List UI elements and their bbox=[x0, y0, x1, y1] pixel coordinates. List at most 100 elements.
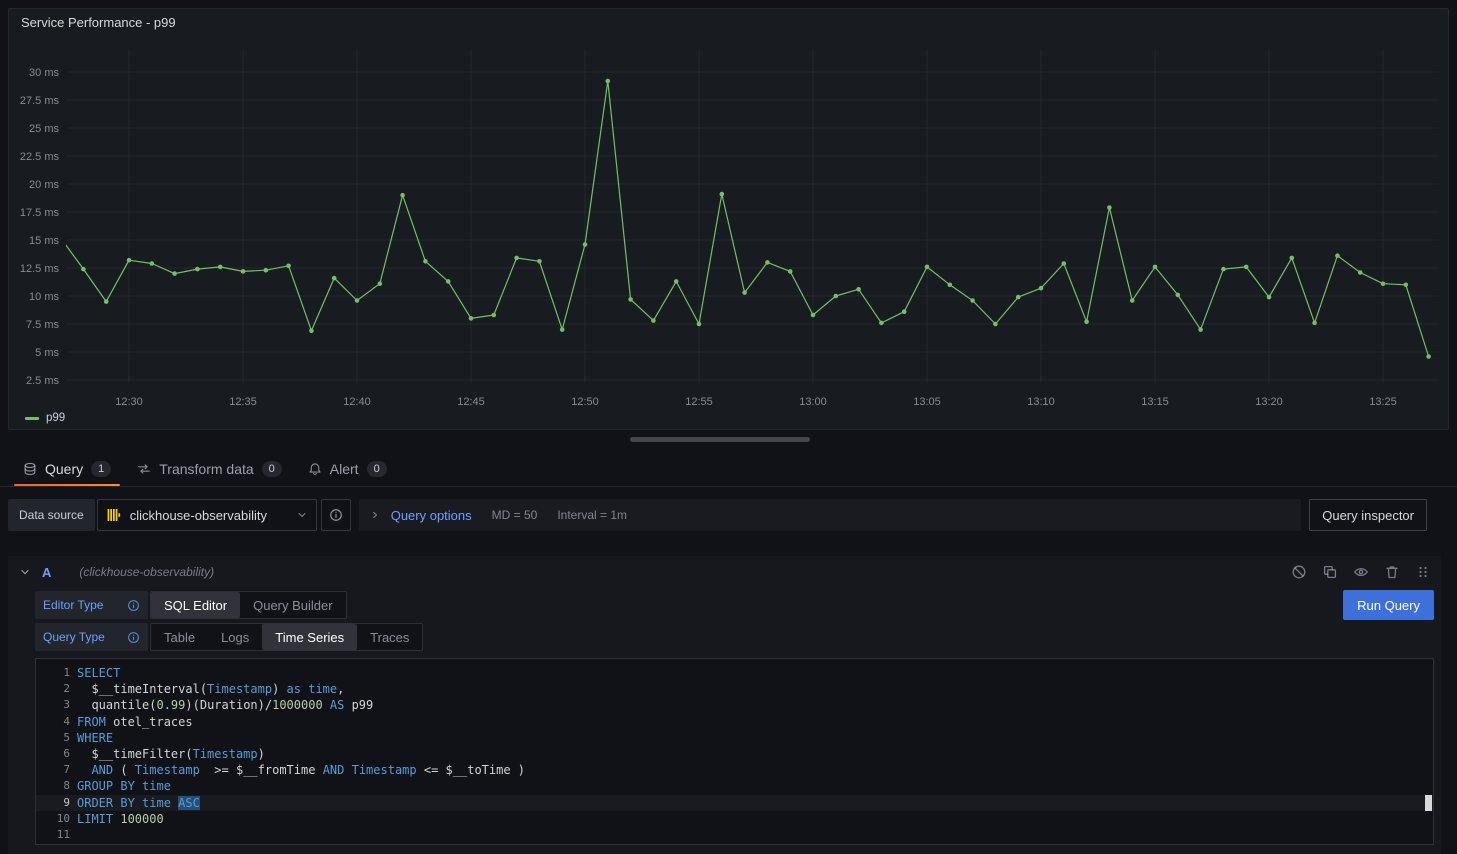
bell-icon bbox=[308, 462, 322, 476]
tab-transform-data[interactable]: Transform data 0 bbox=[124, 452, 295, 486]
query-ref-id: A bbox=[42, 565, 51, 580]
radio-option-time-series[interactable]: Time Series bbox=[262, 624, 357, 650]
disable-icon[interactable] bbox=[1291, 564, 1307, 580]
chart-point bbox=[1426, 354, 1431, 359]
query-inspector-button[interactable]: Query inspector bbox=[1309, 499, 1427, 531]
tab-label: Query bbox=[45, 461, 83, 477]
editor-type-label: Editor Type bbox=[35, 591, 148, 619]
radio-option-query-builder[interactable]: Query Builder bbox=[240, 592, 345, 618]
radio-option-sql-editor[interactable]: SQL Editor bbox=[151, 592, 240, 618]
info-circle-icon[interactable] bbox=[127, 631, 140, 644]
x-axis-label: 12:50 bbox=[571, 396, 599, 408]
chart-point bbox=[1107, 205, 1112, 210]
sql-editor[interactable]: 1SELECT2 $__timeInterval(Timestamp) as t… bbox=[35, 658, 1434, 845]
chart-gridlines bbox=[67, 49, 1439, 383]
datasource-label: Data source bbox=[8, 499, 95, 531]
chart-legend-item[interactable]: p99 bbox=[25, 412, 65, 424]
chart-point bbox=[1221, 267, 1226, 272]
x-axis-label: 13:10 bbox=[1027, 396, 1055, 408]
query-row-actions bbox=[1291, 564, 1431, 580]
code-line[interactable]: 9ORDER BY time ASC bbox=[36, 795, 1433, 811]
chart-point bbox=[970, 298, 975, 303]
datasource-picker[interactable]: clickhouse-observability bbox=[97, 499, 317, 531]
code-line[interactable]: 1SELECT bbox=[36, 665, 1433, 681]
tab-count-badge: 0 bbox=[262, 461, 282, 477]
y-axis-label: 12.5 ms bbox=[20, 263, 60, 275]
run-query-button[interactable]: Run Query bbox=[1343, 590, 1434, 620]
query-type-label: Query Type bbox=[35, 623, 148, 651]
code-line[interactable]: 7 AND ( Timestamp >= $__fromTime AND Tim… bbox=[36, 762, 1433, 778]
chart-point bbox=[537, 259, 542, 264]
query-row-header[interactable]: A (clickhouse-observability) bbox=[8, 556, 1441, 588]
x-axis-label: 13:05 bbox=[913, 396, 941, 408]
code-line[interactable]: 5WHERE bbox=[36, 730, 1433, 746]
query-type-row: Query Type TableLogsTime SeriesTraces bbox=[35, 622, 1434, 652]
x-axis-label: 12:40 bbox=[343, 396, 371, 408]
chart-svg[interactable]: 2.5 ms5 ms7.5 ms10 ms12.5 ms15 ms17.5 ms… bbox=[9, 9, 1448, 429]
x-axis-label: 12:35 bbox=[229, 396, 257, 408]
radio-option-table[interactable]: Table bbox=[151, 624, 208, 650]
tab-alert[interactable]: Alert 0 bbox=[295, 452, 400, 486]
editor-type-row: Editor Type SQL EditorQuery Builder Run … bbox=[35, 590, 1434, 620]
query-datasource-hint: (clickhouse-observability) bbox=[79, 565, 214, 579]
chart-point bbox=[172, 271, 177, 276]
drag-handle-icon[interactable] bbox=[1415, 564, 1431, 580]
radio-option-logs[interactable]: Logs bbox=[208, 624, 262, 650]
eye-icon[interactable] bbox=[1353, 564, 1369, 580]
clickhouse-logo-icon bbox=[106, 507, 122, 523]
chart-point bbox=[1176, 293, 1181, 298]
editor-overview-cursor bbox=[1425, 795, 1432, 811]
chart-point bbox=[446, 279, 451, 284]
line-number: 5 bbox=[36, 730, 70, 746]
horizontal-scrollbar-thumb[interactable] bbox=[630, 437, 810, 442]
shuffle-icon bbox=[137, 462, 151, 476]
datasource-value: clickhouse-observability bbox=[130, 508, 288, 523]
trash-icon[interactable] bbox=[1384, 564, 1400, 580]
chart-point bbox=[127, 258, 132, 263]
chart-point bbox=[925, 265, 930, 270]
chart-point bbox=[423, 259, 428, 264]
query-options-toggle[interactable]: Query options bbox=[391, 508, 472, 523]
line-number: 10 bbox=[36, 811, 70, 827]
info-circle-icon[interactable] bbox=[127, 599, 140, 612]
copy-icon[interactable] bbox=[1322, 564, 1338, 580]
chart-point bbox=[355, 298, 360, 303]
code-line[interactable]: 2 $__timeInterval(Timestamp) as time, bbox=[36, 681, 1433, 697]
line-number: 2 bbox=[36, 681, 70, 697]
code-line[interactable]: 8GROUP BY time bbox=[36, 778, 1433, 794]
line-number: 1 bbox=[36, 665, 70, 681]
code-line[interactable]: 11 bbox=[36, 827, 1433, 843]
query-type-group: TableLogsTime SeriesTraces bbox=[150, 623, 423, 651]
tab-count-badge: 1 bbox=[91, 461, 111, 477]
chart-point bbox=[1267, 295, 1272, 300]
x-axis-label: 13:20 bbox=[1255, 396, 1283, 408]
x-axis-label: 13:00 bbox=[799, 396, 827, 408]
chart-point bbox=[674, 279, 679, 284]
chart-series-line bbox=[61, 81, 1429, 357]
chart-point bbox=[879, 321, 884, 326]
chart-point bbox=[1381, 281, 1386, 286]
y-axis-label: 25 ms bbox=[29, 123, 59, 135]
code-line[interactable]: 6 $__timeFilter(Timestamp) bbox=[36, 746, 1433, 762]
code-line[interactable]: 3 quantile(0.99)(Duration)/1000000 AS p9… bbox=[36, 697, 1433, 713]
query-options-bar[interactable]: Query options MD = 50 Interval = 1m bbox=[359, 499, 1302, 531]
chart-point bbox=[1290, 256, 1295, 261]
radio-option-traces[interactable]: Traces bbox=[357, 624, 422, 650]
chart-point bbox=[378, 281, 383, 286]
code-line[interactable]: 4FROM otel_traces bbox=[36, 714, 1433, 730]
chart-point bbox=[1062, 261, 1067, 266]
chevron-down-icon bbox=[296, 509, 308, 521]
chart-panel: Service Performance - p99 2.5 ms5 ms7.5 … bbox=[8, 8, 1449, 430]
editor-type-label-text: Editor Type bbox=[43, 598, 103, 612]
x-axis-label: 12:45 bbox=[457, 396, 485, 408]
angle-down-icon[interactable] bbox=[18, 565, 32, 579]
chart-point bbox=[218, 265, 223, 270]
y-axis-label: 27.5 ms bbox=[20, 95, 60, 107]
code-line[interactable]: 10LIMIT 100000 bbox=[36, 811, 1433, 827]
chart-point bbox=[469, 316, 474, 321]
tab-label: Transform data bbox=[159, 461, 253, 477]
chart-point bbox=[1084, 320, 1089, 325]
tab-query[interactable]: Query 1 bbox=[10, 452, 124, 486]
chart-point bbox=[720, 192, 725, 197]
datasource-help-button[interactable] bbox=[321, 499, 351, 531]
